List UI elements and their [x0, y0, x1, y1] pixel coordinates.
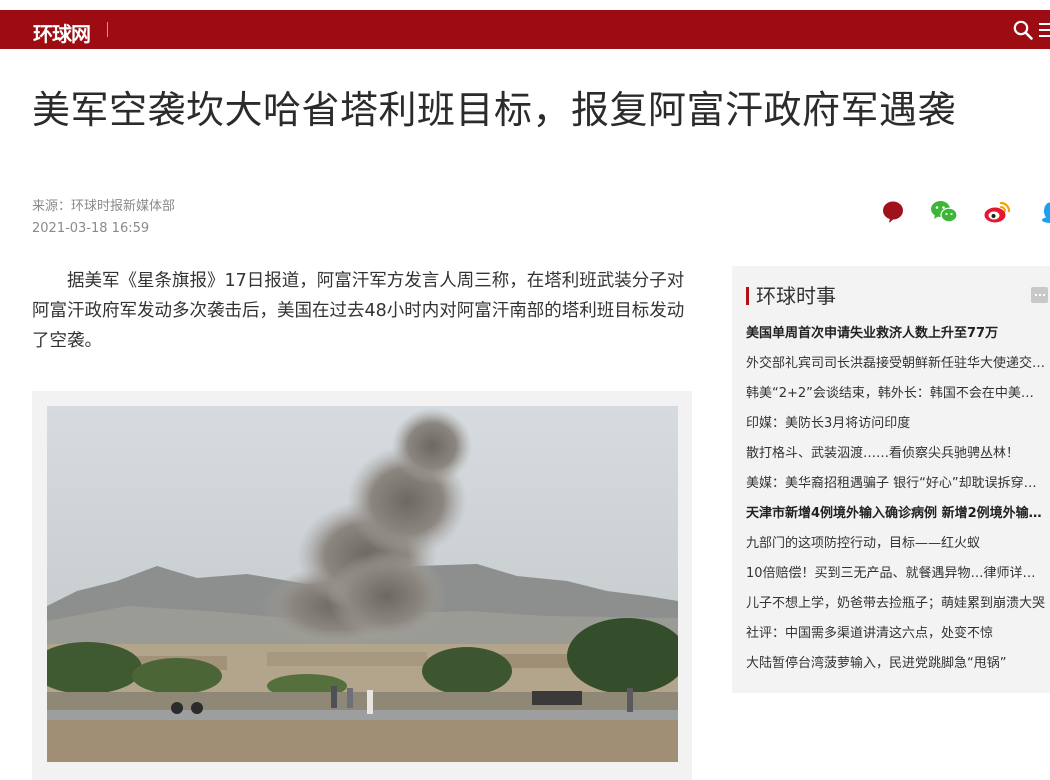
article-meta: 来源：环球时报新媒体部 2021-03-18 16:59 [32, 196, 175, 240]
wechat-icon[interactable] [930, 200, 958, 224]
news-list-item[interactable]: 美国单周首次申请失业救济人数上升至77万 [746, 319, 1046, 349]
news-list-item[interactable]: 外交部礼宾司司长洪磊接受朝鲜新任驻华大使递交国书副本 [746, 349, 1046, 379]
article-title: 美军空袭坎大哈省塔利班目标，报复阿富汗政府军遇袭 [32, 88, 957, 132]
article-photo [47, 406, 678, 762]
news-list-item[interactable]: 九部门的这项防控行动，目标——红火蚁 [746, 529, 1046, 559]
article-source: 来源：环球时报新媒体部 [32, 199, 176, 214]
site-logo[interactable]: 环球网 [33, 18, 91, 47]
qq-icon[interactable] [1040, 200, 1050, 224]
news-list-item[interactable]: 儿子不想上学，奶爸带去捡瓶子；萌娃累到崩溃大哭 [746, 589, 1046, 619]
top-nav-bar: 环球网 [0, 10, 1050, 49]
sidebar-title-accent [746, 287, 749, 305]
article-paragraph: 据美军《星条旗报》17日报道，阿富汗军方发言人周三称，在塔利班武装分子对阿富汗政… [32, 271, 685, 351]
more-icon[interactable] [1031, 287, 1048, 303]
news-list-item[interactable]: 天津市新增4例境外输入确诊病例 新增2例境外输入无症状感染者 [746, 499, 1046, 529]
article-datetime: 2021-03-18 16:59 [32, 221, 150, 236]
sidebar-title: 环球时事 [756, 284, 836, 308]
news-list: 美国单周首次申请失业救济人数上升至77万 外交部礼宾司司长洪磊接受朝鲜新任驻华大使… [746, 319, 1046, 679]
news-list-item[interactable]: 印媒：美防长3月将访问印度 [746, 409, 1046, 439]
news-list-item[interactable]: 10倍赔偿！买到三无产品、就餐遇异物…律师详解消费维权 [746, 559, 1046, 589]
logo-divider [107, 22, 108, 37]
search-icon[interactable] [1012, 19, 1034, 41]
weibo-icon[interactable] [983, 200, 1011, 224]
news-list-item[interactable]: 社评：中国需多渠道讲清这六点，处变不惊 [746, 619, 1046, 649]
news-list-item[interactable]: 韩美“2+2”会谈结束，韩外长：韩国不会在中美之间选边站 [746, 379, 1046, 409]
news-list-item[interactable]: 大陆暂停台湾菠萝输入，民进党跳脚急“甩锅” [746, 649, 1046, 679]
menu-icon[interactable] [1039, 21, 1050, 39]
comment-icon[interactable] [881, 200, 905, 224]
news-list-item[interactable]: 散打格斗、武装泅渡……看侦察尖兵驰骋丛林！ [746, 439, 1046, 469]
news-list-item[interactable]: 美媒：美华裔招租遇骗子 银行“好心”却耽误拆穿骗局 [746, 469, 1046, 499]
